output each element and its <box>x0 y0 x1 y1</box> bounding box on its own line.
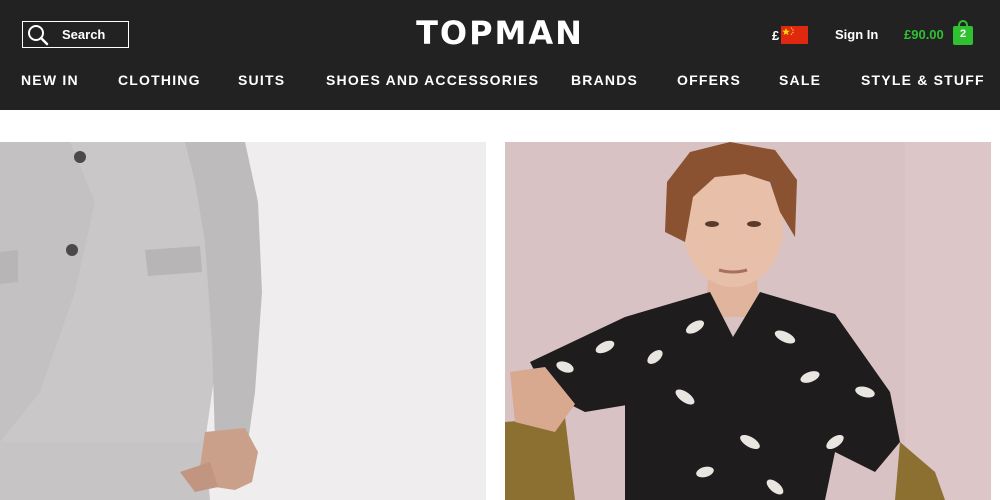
nav-item-new-in[interactable]: NEW IN <box>21 72 79 88</box>
main-nav: NEW IN CLOTHING SUITS SHOES AND ACCESSOR… <box>0 72 1000 92</box>
currency-selector[interactable]: £ <box>772 26 809 44</box>
bag-total[interactable]: £90.00 <box>904 27 944 42</box>
promo-image-suit[interactable] <box>0 142 486 500</box>
bag-count-badge: 2 <box>959 28 967 40</box>
shopping-bag-icon[interactable]: 2 <box>953 20 973 45</box>
currency-symbol: £ <box>772 27 780 43</box>
search-field[interactable]: Search <box>22 21 129 48</box>
nav-item-brands[interactable]: BRANDS <box>571 72 638 88</box>
nav-item-clothing[interactable]: CLOTHING <box>118 72 201 88</box>
china-flag-icon <box>781 26 809 44</box>
nav-item-offers[interactable]: OFFERS <box>677 72 741 88</box>
site-header: Search TOPMAN £ Sign In £90.00 2 NEW IN … <box>0 0 1000 110</box>
nav-item-style-and-stuff[interactable]: STYLE & STUFF <box>861 72 985 88</box>
suit-illustration <box>0 142 486 500</box>
nav-item-shoes-and-accessories[interactable]: SHOES AND ACCESSORIES <box>326 72 539 88</box>
nav-item-suits[interactable]: SUITS <box>238 72 285 88</box>
search-icon <box>28 24 49 45</box>
floral-shirt-illustration <box>505 142 991 500</box>
sign-in-link[interactable]: Sign In <box>835 27 878 42</box>
search-label: Search <box>62 27 106 42</box>
nav-item-sale[interactable]: SALE <box>779 72 821 88</box>
promo-image-floral-shirt[interactable] <box>505 142 991 500</box>
